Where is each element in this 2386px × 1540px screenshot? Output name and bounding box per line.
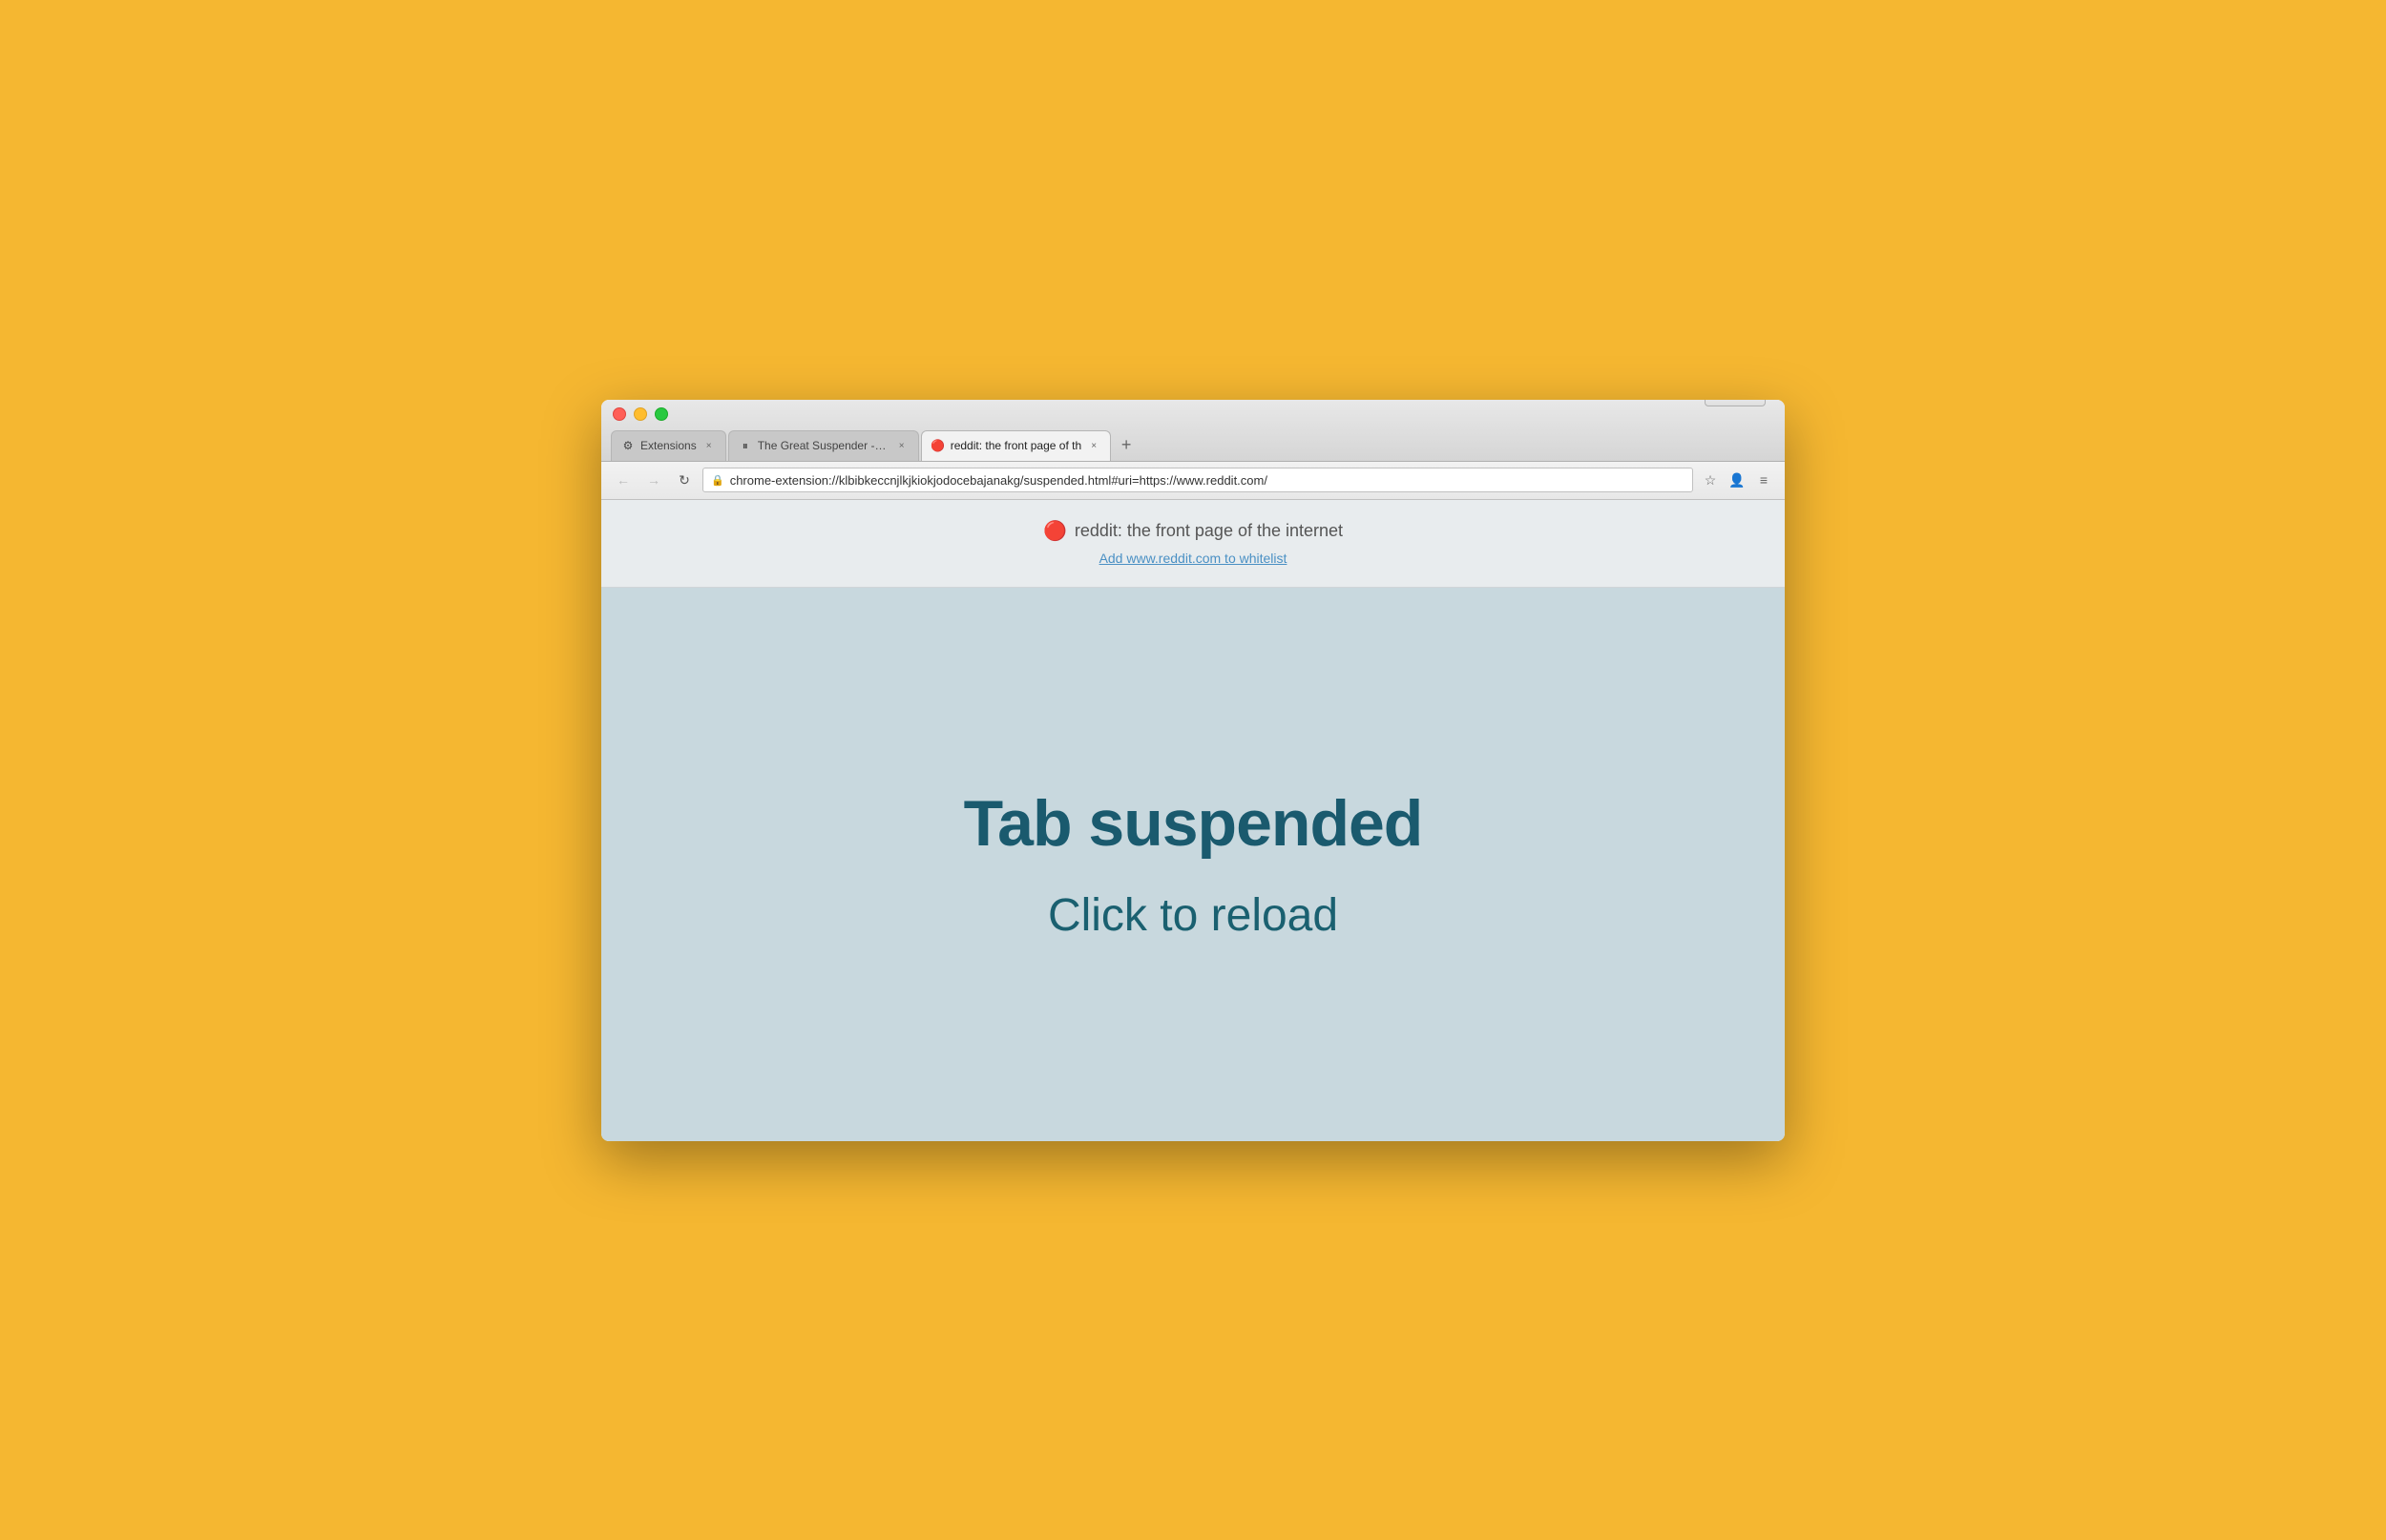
site-title: reddit: the front page of the internet (1075, 521, 1343, 541)
forward-button[interactable]: → (641, 468, 666, 492)
tab-favicon-reddit: 🔴 (931, 439, 945, 452)
bookmark-button[interactable]: ☆ (1699, 468, 1722, 491)
title-bar-top: Clean (601, 400, 1785, 421)
title-bar: Clean ⚙ Extensions × ⏸ The Great Suspend… (601, 400, 1785, 462)
traffic-lights (613, 407, 668, 421)
extensions-button[interactable]: 👤 (1726, 468, 1748, 491)
nav-right-icons: ☆ 👤 ≡ (1699, 468, 1775, 491)
close-window-button[interactable] (613, 407, 626, 421)
site-title-row: 🔴 reddit: the front page of the internet (620, 519, 1766, 543)
address-bar[interactable]: 🔒 chrome-extension://klbibkeccnjlkjkiokj… (702, 468, 1693, 492)
address-lock-icon: 🔒 (711, 474, 724, 487)
tab-close-reddit[interactable]: × (1087, 439, 1100, 452)
clean-button[interactable]: Clean (1705, 400, 1766, 406)
desktop: Clean ⚙ Extensions × ⏸ The Great Suspend… (0, 0, 2386, 1540)
tabs-row: ⚙ Extensions × ⏸ The Great Suspender - C… (601, 425, 1785, 461)
tab-close-great-suspender[interactable]: × (895, 439, 909, 452)
page-body[interactable]: Tab suspended Click to reload (601, 588, 1785, 1141)
tab-great-suspender[interactable]: ⏸ The Great Suspender - Chi × (728, 430, 919, 461)
tab-suspended-heading: Tab suspended (964, 786, 1423, 861)
maximize-window-button[interactable] (655, 407, 668, 421)
reload-button[interactable]: ↻ (672, 468, 697, 492)
tab-title-reddit: reddit: the front page of th (951, 439, 1081, 452)
tab-title-extensions: Extensions (640, 439, 697, 452)
whitelist-link[interactable]: Add www.reddit.com to whitelist (1099, 551, 1287, 566)
reddit-icon: 🔴 (1043, 519, 1067, 543)
new-tab-button[interactable]: + (1113, 432, 1140, 459)
tab-extensions[interactable]: ⚙ Extensions × (611, 430, 726, 461)
address-text: chrome-extension://klbibkeccnjlkjkiokjod… (730, 473, 1685, 488)
tab-favicon-great-suspender: ⏸ (739, 439, 752, 452)
menu-button[interactable]: ≡ (1752, 468, 1775, 491)
nav-bar: ← → ↻ 🔒 chrome-extension://klbibkeccnjlk… (601, 462, 1785, 500)
back-button[interactable]: ← (611, 468, 636, 492)
page-header: 🔴 reddit: the front page of the internet… (601, 500, 1785, 588)
tab-reddit[interactable]: 🔴 reddit: the front page of th × (921, 430, 1111, 461)
browser-window: Clean ⚙ Extensions × ⏸ The Great Suspend… (601, 400, 1785, 1141)
tab-close-extensions[interactable]: × (702, 439, 716, 452)
tab-title-great-suspender: The Great Suspender - Chi (758, 439, 890, 452)
click-to-reload-text: Click to reload (1048, 889, 1338, 942)
minimize-window-button[interactable] (634, 407, 647, 421)
tab-favicon-extensions: ⚙ (621, 439, 635, 452)
